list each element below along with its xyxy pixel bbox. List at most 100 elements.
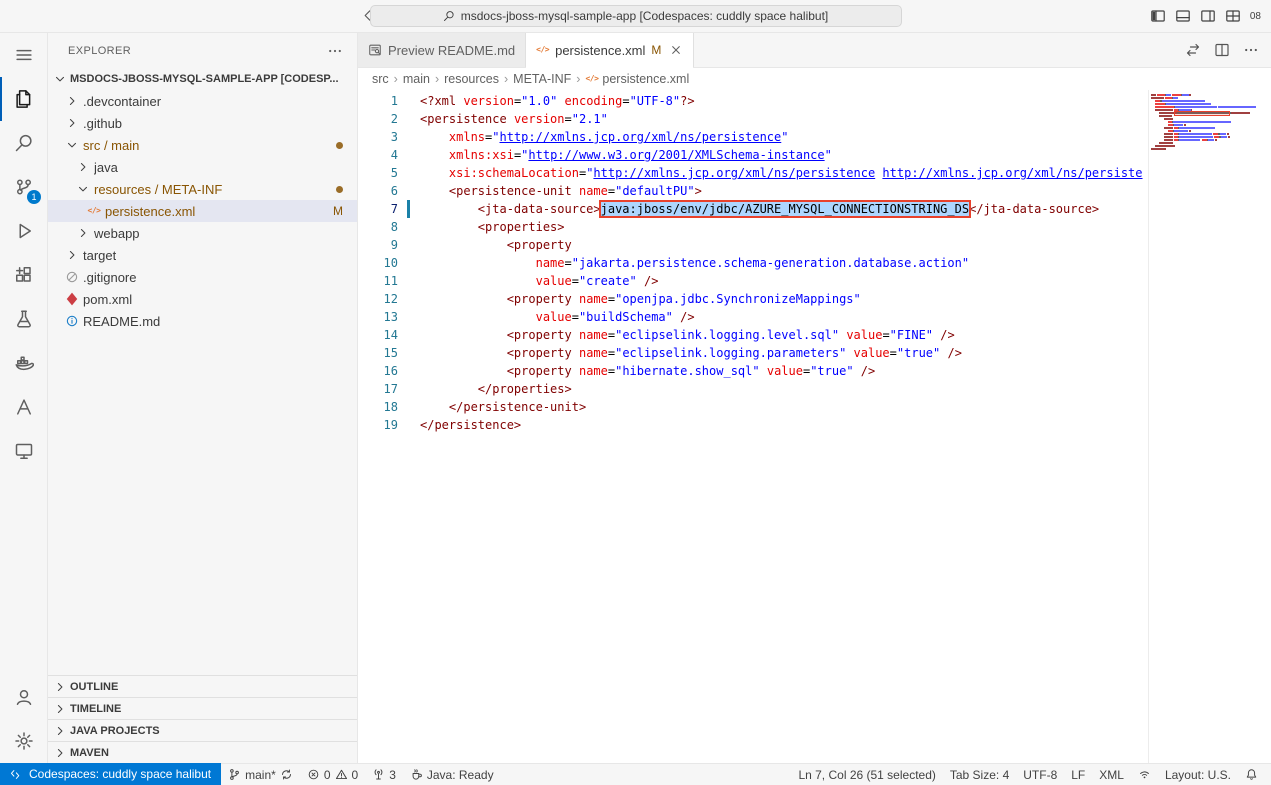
activity-settings-gear[interactable] (0, 719, 48, 763)
code-line-18[interactable]: 18 </persistence-unit> (358, 398, 1148, 416)
tree-item-src-main[interactable]: src / main (48, 134, 357, 156)
status-tab-size[interactable]: Tab Size: 4 (943, 764, 1016, 785)
status-cursor-position[interactable]: Ln 7, Col 26 (51 selected) (791, 764, 942, 785)
status-java-status[interactable]: Java: Ready (403, 764, 501, 785)
activity-extensions[interactable] (0, 253, 48, 297)
status-left: Codespaces: cuddly space halibutmain*003… (0, 764, 501, 785)
code-line-6[interactable]: 6 <persistence-unit name="defaultPU"> (358, 182, 1148, 200)
close-icon[interactable] (669, 43, 683, 57)
code-line-1[interactable]: 1<?xml version="1.0" encoding="UTF-8"?> (358, 92, 1148, 110)
tree-item-decorations (336, 186, 357, 193)
code-line-11[interactable]: 11 value="create" /> (358, 272, 1148, 290)
more-actions-icon[interactable] (1243, 42, 1259, 58)
status-git-branch[interactable]: main* (221, 764, 300, 785)
status-connection[interactable] (1131, 764, 1158, 785)
code-line-15[interactable]: 15 <property name="eclipselink.logging.p… (358, 344, 1148, 362)
code-line-5[interactable]: 5 xsi:schemaLocation="http://xmlns.jcp.o… (358, 164, 1148, 182)
tree-item-label: target (83, 248, 116, 263)
code-editor[interactable]: 1<?xml version="1.0" encoding="UTF-8"?>2… (358, 90, 1148, 763)
tab-preview-readme-md[interactable]: Preview README.md (358, 33, 526, 67)
tree-item-decorations: M (333, 204, 357, 218)
activity-source-control[interactable]: 1 (0, 165, 48, 209)
status-problems[interactable]: 00 (300, 764, 365, 785)
activity-explorer[interactable] (0, 77, 48, 121)
section-label: OUTLINE (70, 681, 118, 693)
swap-icon[interactable] (1185, 42, 1201, 58)
sidebar-section-timeline[interactable]: TIMELINE (48, 697, 357, 719)
customize-layout-icon[interactable] (1225, 8, 1241, 24)
status-text: XML (1099, 768, 1124, 782)
status-remote-indicator[interactable]: Codespaces: cuddly space halibut (0, 763, 221, 785)
code-line-13[interactable]: 13 value="buildSchema" /> (358, 308, 1148, 326)
breadcrumb-persistence-xml[interactable]: persistence.xml (602, 72, 689, 86)
activity-testing[interactable] (0, 297, 48, 341)
line-number: 2 (358, 110, 398, 128)
section-label: TIMELINE (70, 703, 121, 715)
activity-remote-explorer[interactable] (0, 429, 48, 473)
sidebar-section-java-projects[interactable]: JAVA PROJECTS (48, 719, 357, 741)
status-eol[interactable]: LF (1064, 764, 1092, 785)
activity-azure[interactable] (0, 385, 48, 429)
layout-sidebar-left-icon[interactable] (1150, 8, 1166, 24)
status-notifications[interactable] (1238, 764, 1265, 785)
code-line-3[interactable]: 3 xmlns="http://xmlns.jcp.org/xml/ns/per… (358, 128, 1148, 146)
gutter (398, 344, 420, 362)
tree-item-readme-md[interactable]: README.md (48, 310, 357, 332)
code-line-2[interactable]: 2<persistence version="2.1" (358, 110, 1148, 128)
signal-icon (1138, 768, 1151, 781)
status-forwarded-ports[interactable]: 3 (365, 764, 403, 785)
minimap[interactable] (1148, 90, 1258, 763)
activity-menu[interactable] (0, 33, 48, 77)
code-line-4[interactable]: 4 xmlns:xsi="http://www.w3.org/2001/XMLS… (358, 146, 1148, 164)
command-center-text: msdocs-jboss-mysql-sample-app [Codespace… (461, 9, 829, 23)
tree-item-pom-xml[interactable]: pom.xml (48, 288, 357, 310)
tree-item-resources-meta-inf[interactable]: resources / META-INF (48, 178, 357, 200)
code-line-14[interactable]: 14 <property name="eclipselink.logging.l… (358, 326, 1148, 344)
activity-run-debug[interactable] (0, 209, 48, 253)
code-line-7[interactable]: 7 <jta-data-source>java:jboss/env/jdbc/A… (358, 200, 1148, 218)
tree-item-webapp[interactable]: webapp (48, 222, 357, 244)
line-number: 18 (358, 398, 398, 416)
tree-item-target[interactable]: target (48, 244, 357, 266)
code-line-19[interactable]: 19</persistence> (358, 416, 1148, 434)
breadcrumb-main[interactable]: main (403, 72, 430, 86)
breadcrumb-resources[interactable]: resources (444, 72, 499, 86)
code-line-16[interactable]: 16 <property name="hibernate.show_sql" v… (358, 362, 1148, 380)
code-line-17[interactable]: 17 </properties> (358, 380, 1148, 398)
code-line-12[interactable]: 12 <property name="openjpa.jdbc.Synchron… (358, 290, 1148, 308)
gutter (398, 164, 420, 182)
activity-search[interactable] (0, 121, 48, 165)
line-number: 12 (358, 290, 398, 308)
minimap-line (1151, 142, 1258, 144)
status-language-mode[interactable]: XML (1092, 764, 1131, 785)
tree-item-persistence-xml[interactable]: </>persistence.xmlM (48, 200, 357, 222)
tree-item-java[interactable]: java (48, 156, 357, 178)
split-editor-icon[interactable] (1214, 42, 1230, 58)
editor-scrollbar[interactable] (1258, 90, 1271, 763)
tree-root-folder[interactable]: MSDOCS-JBOSS-MYSQL-SAMPLE-APP [CODESP... (48, 68, 357, 90)
status-encoding[interactable]: UTF-8 (1016, 764, 1064, 785)
breadcrumb-meta-inf[interactable]: META-INF (513, 72, 571, 86)
tab-persistence-xml[interactable]: </>persistence.xmlM (526, 33, 694, 67)
activity-account[interactable] (0, 675, 48, 719)
code-text: <persistence-unit name="defaultPU"> (420, 182, 702, 200)
tree-item-gitignore[interactable]: .gitignore (48, 266, 357, 288)
views-more-actions-icon[interactable] (327, 43, 343, 59)
code-line-9[interactable]: 9 <property (358, 236, 1148, 254)
status-keyboard-layout[interactable]: Layout: U.S. (1158, 764, 1238, 785)
account-icon (14, 687, 34, 707)
minimap-line (1151, 130, 1258, 132)
xml-file-icon: </> (86, 207, 102, 215)
layout-panel-icon[interactable] (1175, 8, 1191, 24)
code-line-10[interactable]: 10 name="jakarta.persistence.schema-gene… (358, 254, 1148, 272)
run-debug-icon (14, 221, 34, 241)
activity-container[interactable] (0, 341, 48, 385)
layout-secondary-icon[interactable] (1200, 8, 1216, 24)
breadcrumb-src[interactable]: src (372, 72, 389, 86)
code-line-8[interactable]: 8 <properties> (358, 218, 1148, 236)
tree-item-devcontainer[interactable]: .devcontainer (48, 90, 357, 112)
sidebar-section-outline[interactable]: OUTLINE (48, 675, 357, 697)
command-center-search[interactable]: msdocs-jboss-mysql-sample-app [Codespace… (370, 5, 902, 27)
tree-item-github[interactable]: .github (48, 112, 357, 134)
sidebar-section-maven[interactable]: MAVEN (48, 741, 357, 763)
